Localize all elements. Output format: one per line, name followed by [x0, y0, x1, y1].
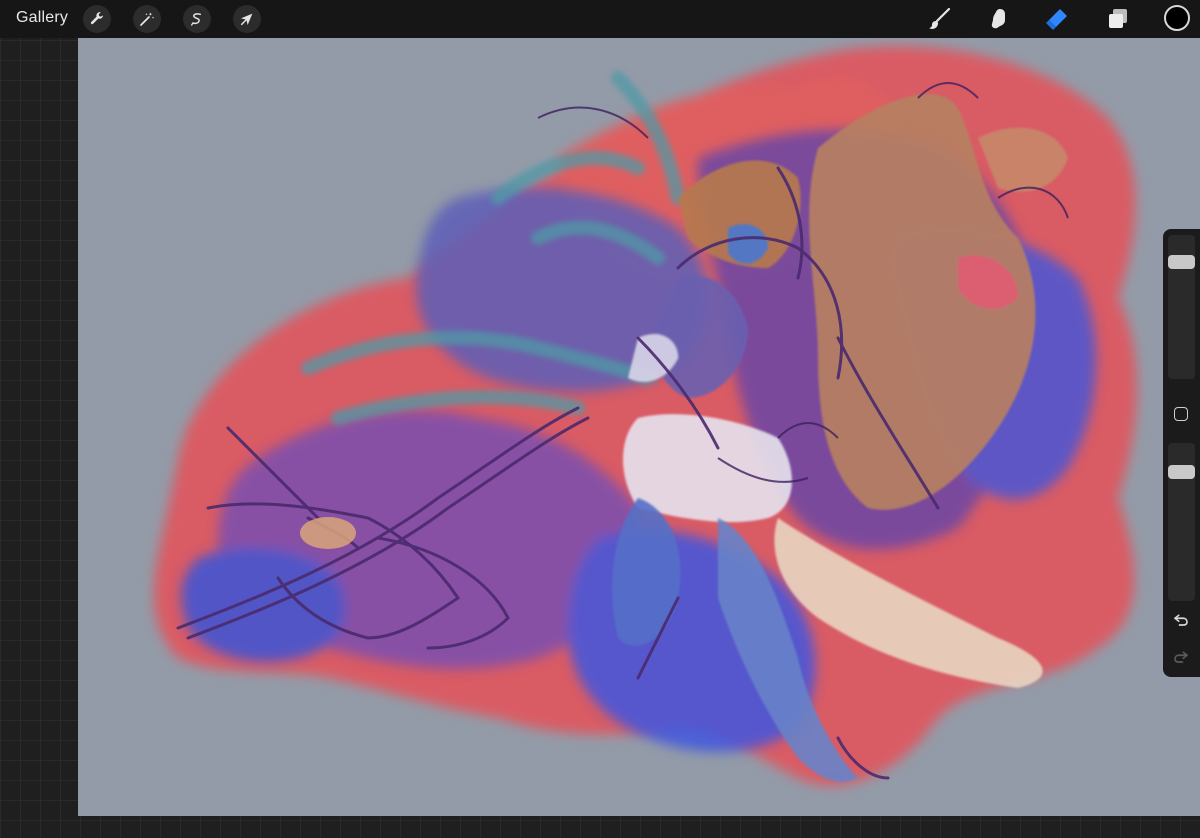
selection-button[interactable]: [183, 5, 211, 33]
layers-icon: [1109, 9, 1127, 28]
layers-button[interactable]: [1104, 5, 1132, 33]
opacity-thumb[interactable]: [1168, 465, 1195, 479]
color-picker-swatch[interactable]: [1164, 5, 1190, 31]
eraser-button[interactable]: [1043, 5, 1071, 33]
procreate-app: Gallery: [0, 0, 1200, 838]
artwork-painting: [78, 38, 1200, 816]
adjustments-button[interactable]: [133, 5, 161, 33]
brush-button[interactable]: [925, 5, 953, 33]
brush-size-thumb[interactable]: [1168, 255, 1195, 269]
transform-button[interactable]: [233, 5, 261, 33]
selection-icon: [191, 13, 202, 26]
drawing-canvas[interactable]: [78, 38, 1200, 816]
smudge-icon: [991, 9, 1005, 29]
eraser-icon: [1046, 9, 1067, 30]
brush-icon: [929, 7, 951, 29]
wrench-icon: [90, 12, 104, 25]
side-control-panel: [1163, 229, 1200, 677]
brush-size-slider[interactable]: [1168, 235, 1195, 379]
smudge-button[interactable]: [984, 5, 1012, 33]
opacity-slider[interactable]: [1168, 443, 1195, 601]
top-toolbar: Gallery: [0, 0, 1200, 38]
gallery-button[interactable]: Gallery: [16, 9, 68, 27]
arrow-cursor-icon: [240, 13, 253, 26]
redo-icon[interactable]: [1172, 647, 1190, 665]
modify-button[interactable]: [1174, 407, 1188, 421]
actions-button[interactable]: [83, 5, 111, 33]
magic-wand-icon: [140, 12, 155, 26]
undo-icon[interactable]: [1172, 610, 1190, 628]
